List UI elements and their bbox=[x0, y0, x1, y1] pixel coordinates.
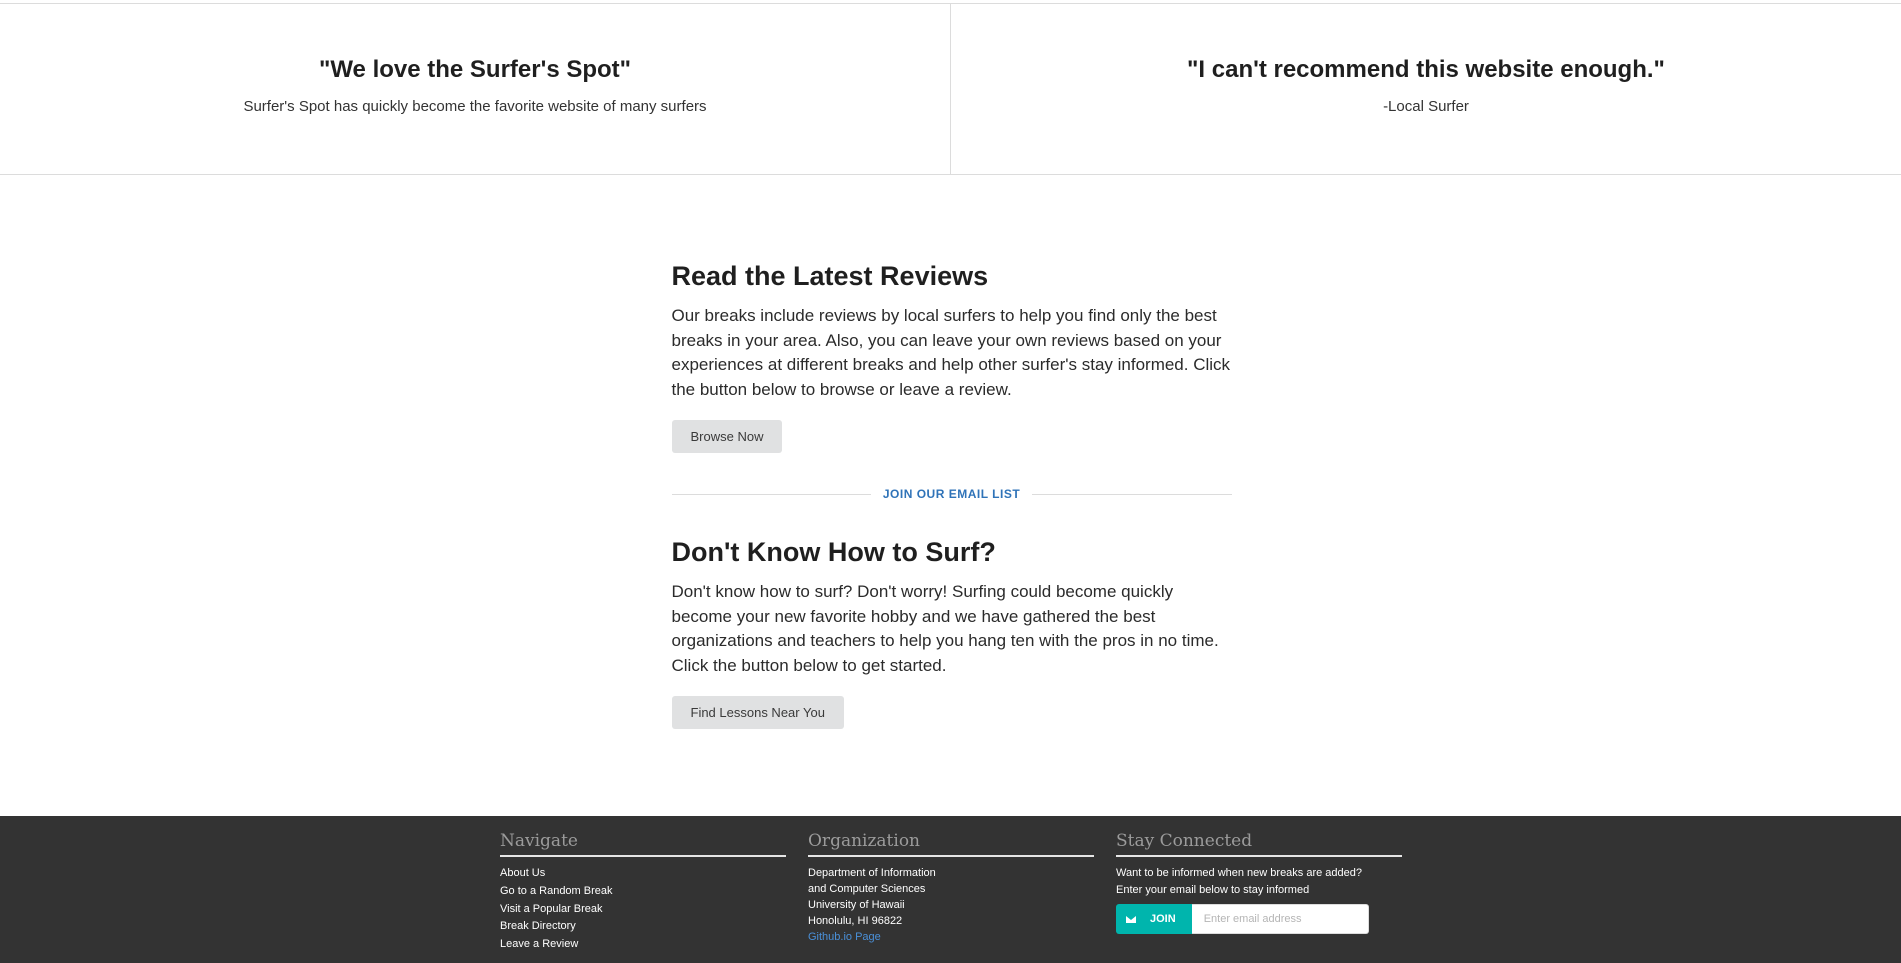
stay-line-2: Enter your email below to stay informed bbox=[1116, 884, 1310, 896]
find-lessons-button[interactable]: Find Lessons Near You bbox=[671, 696, 844, 729]
testimonial-left: "We love the Surfer's Spot" Surfer's Spo… bbox=[0, 4, 950, 174]
email-list-divider: JOIN OUR EMAIL LIST bbox=[671, 487, 1232, 501]
organization-address: Department of Information and Computer S… bbox=[808, 865, 1094, 945]
join-label: JOIN bbox=[1150, 913, 1176, 925]
lessons-title: Don't Know How to Surf? bbox=[671, 537, 996, 567]
envelope-icon bbox=[1126, 915, 1136, 923]
reviews-title: Read the Latest Reviews bbox=[671, 261, 989, 291]
org-line: Honolulu, HI 96822 bbox=[808, 915, 903, 927]
org-line: and Computer Sciences bbox=[808, 883, 926, 895]
join-email-list-link[interactable]: JOIN OUR EMAIL LIST bbox=[871, 487, 1032, 501]
main-content: Read the Latest Reviews Our breaks inclu… bbox=[671, 175, 1232, 729]
nav-link-popular-break[interactable]: Visit a Popular Break bbox=[500, 903, 603, 915]
footer: Navigate About Us Go to a Random Break V… bbox=[0, 816, 1901, 963]
testimonial-quote: "I can't recommend this website enough." bbox=[1187, 56, 1665, 83]
navigate-list: About Us Go to a Random Break Visit a Po… bbox=[500, 865, 786, 954]
footer-stay-connected: Stay Connected Want to be informed when … bbox=[1116, 831, 1402, 954]
testimonial-text: Surfer's Spot has quickly become the fav… bbox=[243, 98, 707, 115]
email-join-form: JOIN bbox=[1116, 904, 1402, 934]
footer-columns: Navigate About Us Go to a Random Break V… bbox=[500, 831, 1402, 954]
divider-line-left bbox=[671, 493, 871, 495]
nav-link-break-directory[interactable]: Break Directory bbox=[500, 920, 576, 932]
divider-line-right bbox=[1032, 493, 1232, 495]
testimonial-quote: "We love the Surfer's Spot" bbox=[318, 56, 632, 83]
reviews-body: Our breaks include reviews by local surf… bbox=[671, 306, 1231, 399]
testimonials-section: "We love the Surfer's Spot" Surfer's Spo… bbox=[0, 4, 1901, 175]
join-button[interactable]: JOIN bbox=[1116, 904, 1192, 934]
testimonial-right: "I can't recommend this website enough."… bbox=[950, 4, 1901, 174]
nav-link-random-break[interactable]: Go to a Random Break bbox=[500, 885, 613, 897]
org-line: University of Hawaii bbox=[808, 899, 905, 911]
email-input[interactable] bbox=[1191, 904, 1369, 934]
browse-now-button[interactable]: Browse Now bbox=[671, 420, 783, 453]
nav-link-about-us[interactable]: About Us bbox=[500, 867, 545, 879]
navigate-heading: Navigate bbox=[500, 831, 786, 857]
nav-link-leave-review[interactable]: Leave a Review bbox=[500, 938, 578, 950]
stay-connected-heading: Stay Connected bbox=[1116, 831, 1402, 857]
footer-navigate: Navigate About Us Go to a Random Break V… bbox=[500, 831, 786, 954]
github-page-link[interactable]: Github.io Page bbox=[808, 931, 881, 943]
stay-line-1: Want to be informed when new breaks are … bbox=[1116, 867, 1363, 879]
lessons-body: Don't know how to surf? Don't worry! Sur… bbox=[671, 582, 1219, 675]
testimonial-author: -Local Surfer bbox=[1383, 98, 1469, 115]
organization-heading: Organization bbox=[808, 831, 1094, 857]
stay-connected-text: Want to be informed when new breaks are … bbox=[1116, 865, 1402, 899]
org-line: Department of Information bbox=[808, 867, 936, 879]
footer-organization: Organization Department of Information a… bbox=[808, 831, 1094, 954]
